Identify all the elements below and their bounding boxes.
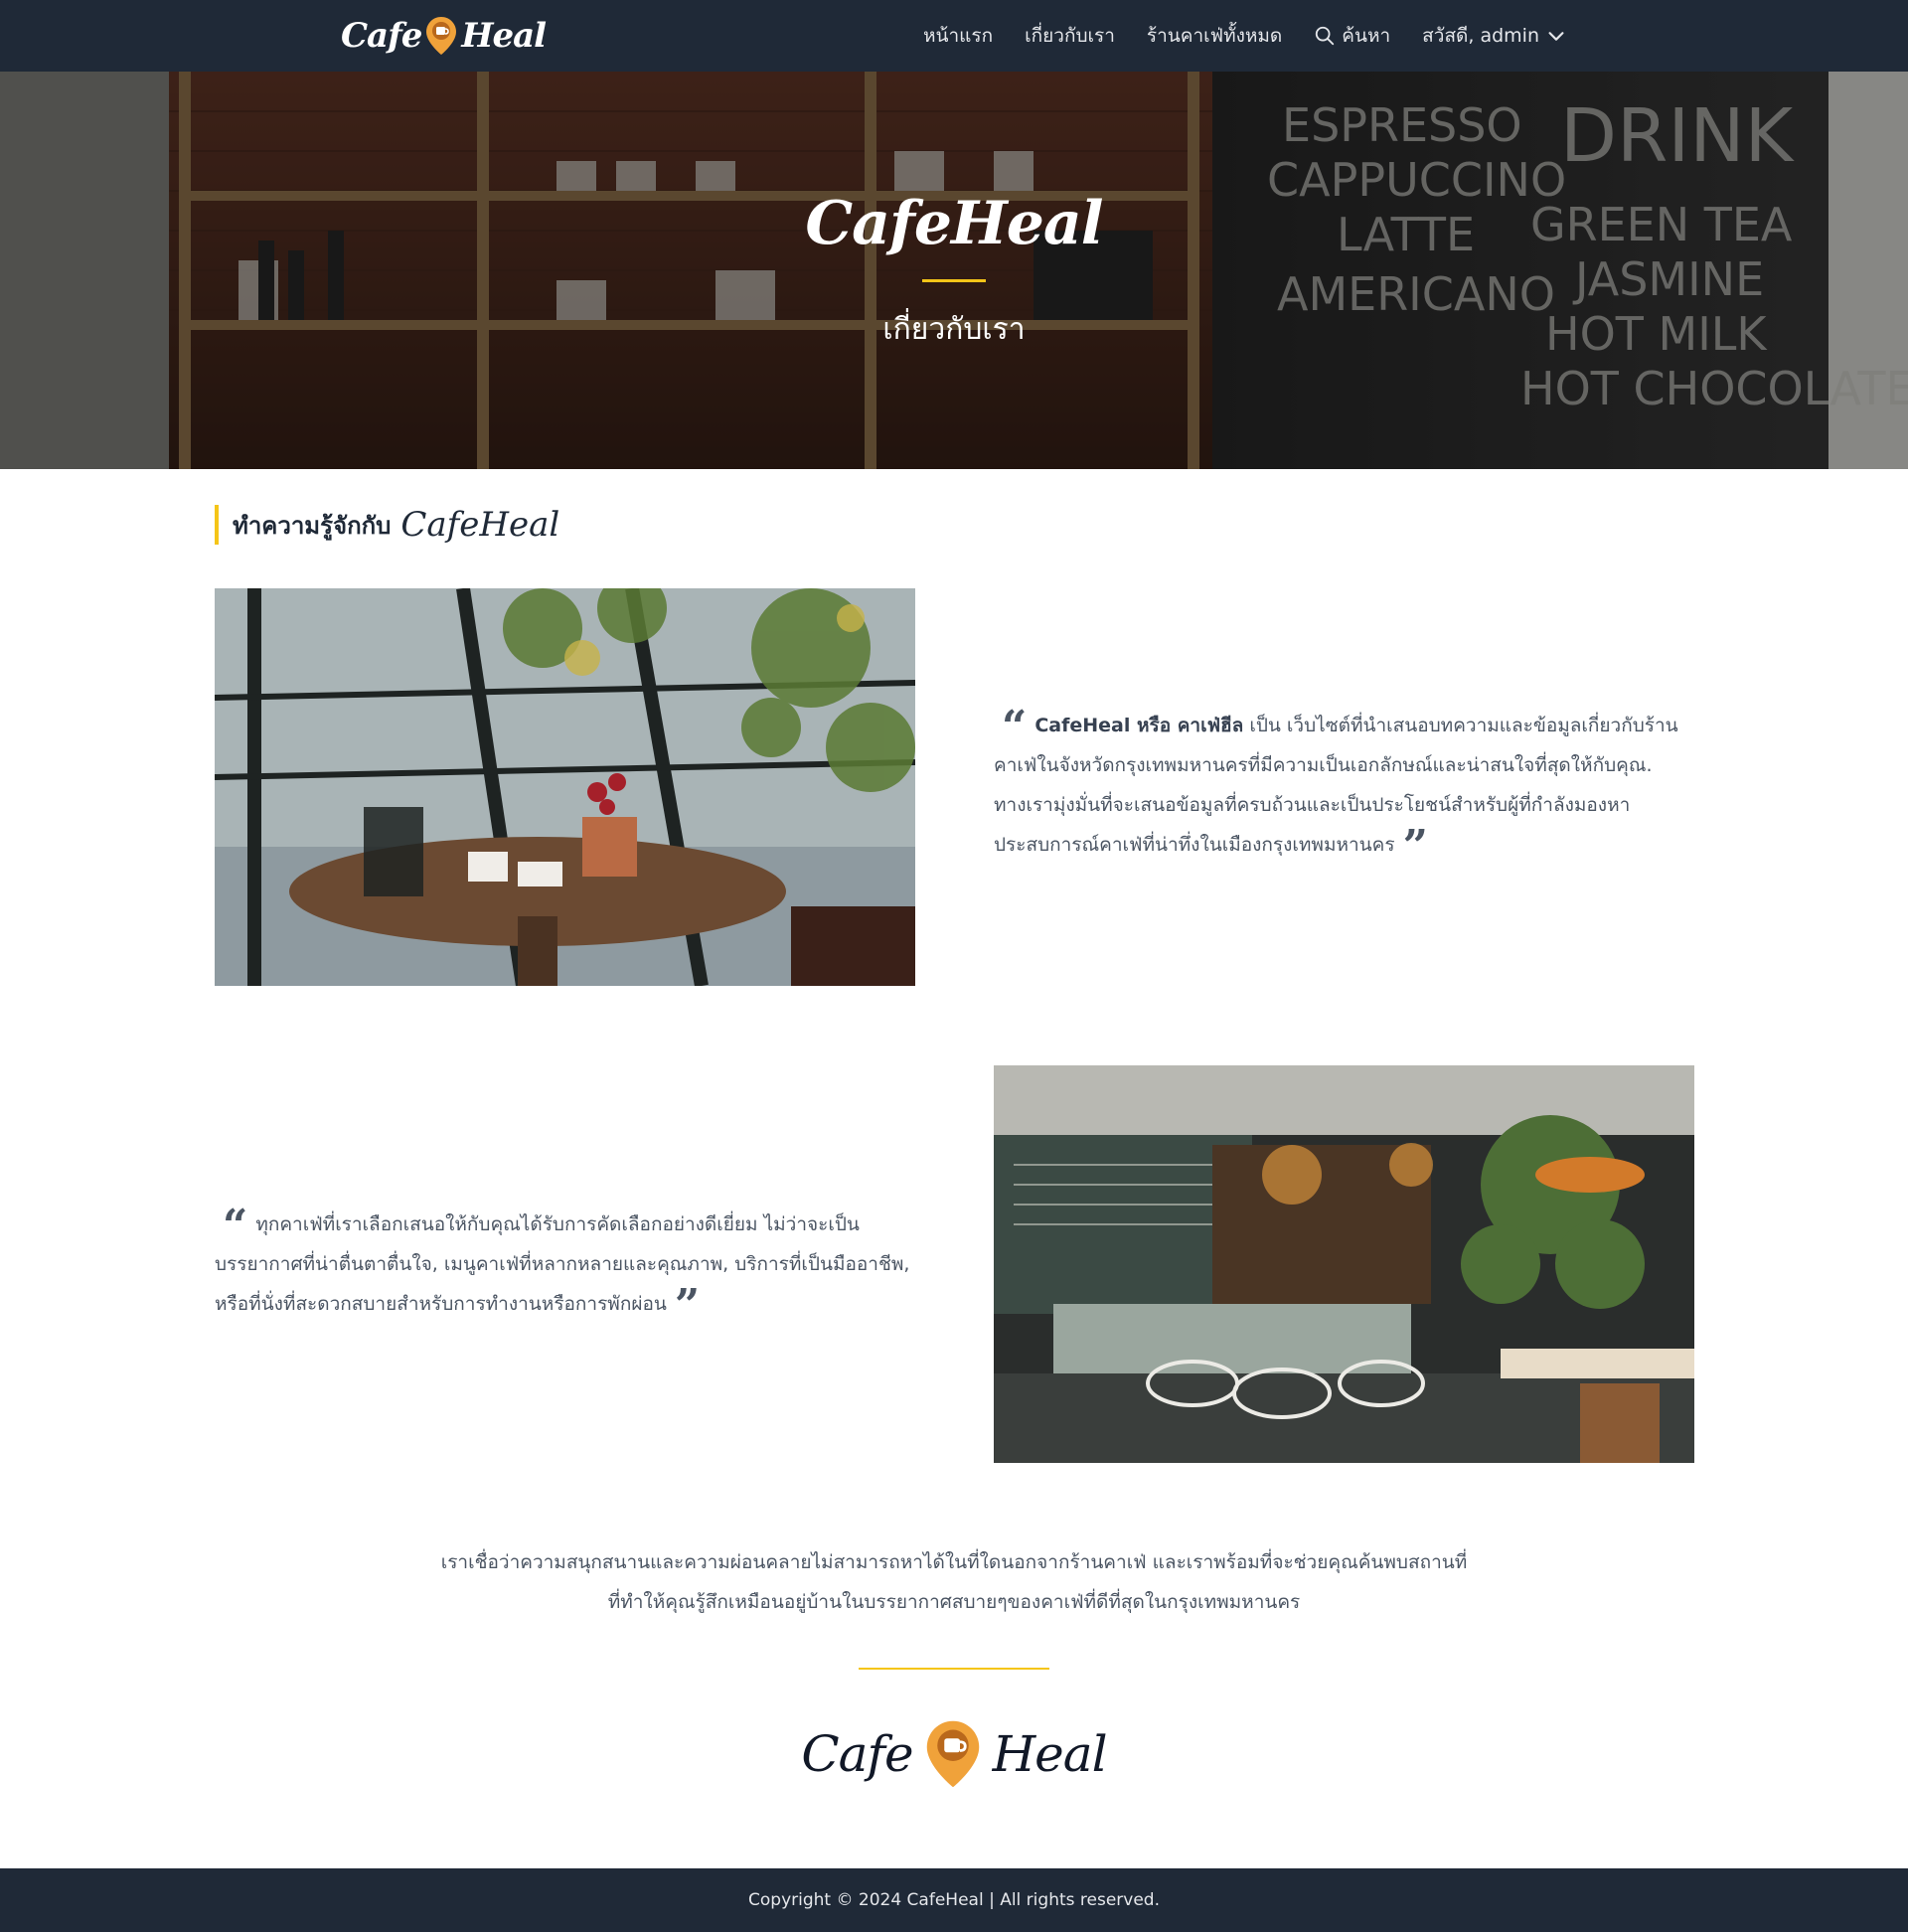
quote-open-icon: “ bbox=[223, 1201, 248, 1251]
section-heading-text: ทำความรู้จักกับ bbox=[233, 511, 392, 540]
hero-cafe-background-image: ESPRESSO CAPPUCCINO LATTE AMERICANO DRIN… bbox=[0, 72, 1908, 469]
section-heading: ทำความรู้จักกับ CafeHeal bbox=[215, 505, 559, 545]
map-pin-cup-icon bbox=[926, 1720, 979, 1788]
section-heading-brand: CafeHeal bbox=[400, 505, 560, 545]
nav-link-about[interactable]: เกี่ยวกับเรา bbox=[1025, 21, 1115, 51]
about-quote-2: “ทุกคาเฟ่ที่เราเลือกเสนอให้กับคุณได้รับก… bbox=[215, 1201, 915, 1331]
search-icon bbox=[1316, 26, 1335, 46]
nav-link-all-cafes[interactable]: ร้านคาเฟ่ทั้งหมด bbox=[1147, 21, 1282, 51]
map-pin-cup-icon bbox=[426, 17, 457, 55]
closing-statement: เราเชื่อว่าความสนุกสนานและความผ่อนคลายไม… bbox=[440, 1551, 1468, 1613]
footer-brand-word-left: Cafe bbox=[801, 1725, 913, 1783]
top-navbar: Cafe Heal หน้าแรก เกี่ยวกับเรา ร้านคาเฟ่… bbox=[0, 0, 1908, 72]
hero-title: CafeHeal bbox=[805, 189, 1103, 258]
user-greeting: สวัสดี, admin bbox=[1422, 25, 1539, 47]
quote-close-icon: ” bbox=[1402, 821, 1428, 872]
brand-logo[interactable]: Cafe Heal bbox=[341, 10, 547, 62]
about-quote-1: “CafeHeal หรือ คาเฟ่ฮีล เป็น เว็บไซต์ที่… bbox=[994, 702, 1679, 872]
closing-divider bbox=[859, 1668, 1049, 1670]
about-quote-2-text: ทุกคาเฟ่ที่เราเลือกเสนอให้กับคุณได้รับกา… bbox=[215, 1213, 910, 1315]
quote-open-icon: “ bbox=[1002, 702, 1028, 752]
about-quote-1-bold: CafeHeal หรือ คาเฟ่ฮีล bbox=[1034, 715, 1244, 736]
user-menu-dropdown[interactable]: สวัสดี, admin bbox=[1422, 21, 1567, 51]
brand-word-left: Cafe bbox=[341, 16, 422, 56]
nav-link-home[interactable]: หน้าแรก bbox=[923, 21, 993, 51]
nav-search-label: ค้นหา bbox=[1342, 25, 1391, 47]
quote-close-icon: ” bbox=[674, 1280, 701, 1331]
cafe-table-photo bbox=[215, 588, 915, 986]
footer-copyright: Copyright © 2024 CafeHeal | All rights r… bbox=[748, 1890, 1160, 1910]
site-footer: Copyright © 2024 CafeHeal | All rights r… bbox=[0, 1868, 1908, 1932]
cafe-interior-photo bbox=[994, 1065, 1694, 1463]
nav-links: หน้าแรก เกี่ยวกับเรา ร้านคาเฟ่ทั้งหมด ค้… bbox=[923, 0, 1567, 72]
nav-search-button[interactable]: ค้นหา bbox=[1314, 21, 1390, 51]
hero-banner: ESPRESSO CAPPUCCINO LATTE AMERICANO DRIN… bbox=[0, 72, 1908, 469]
brand-word-right: Heal bbox=[461, 16, 547, 56]
chevron-down-icon bbox=[1548, 32, 1564, 41]
footer-brand-logo: Cafe Heal bbox=[0, 1719, 1908, 1789]
hero-divider bbox=[922, 279, 986, 282]
hero-subtitle: เกี่ยวกับเรา bbox=[882, 312, 1026, 347]
footer-brand-word-right: Heal bbox=[992, 1725, 1108, 1783]
